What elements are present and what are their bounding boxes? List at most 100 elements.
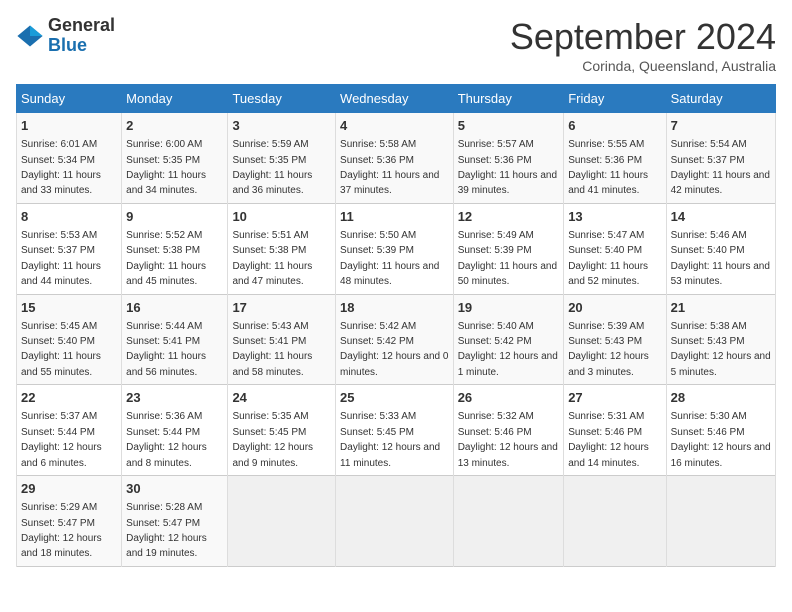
day-info: Sunrise: 5:36 AMSunset: 5:44 PMDaylight:… [126,411,207,468]
calendar-cell [336,476,454,567]
calendar-cell: 15Sunrise: 5:45 AMSunset: 5:40 PMDayligh… [17,294,122,385]
day-info: Sunrise: 5:47 AMSunset: 5:40 PMDaylight:… [568,230,648,287]
day-number: 22 [21,389,117,407]
calendar-week-3: 15Sunrise: 5:45 AMSunset: 5:40 PMDayligh… [17,294,776,385]
calendar-cell: 13 Sunrise: 5:47 AMSunset: 5:40 PMDayligh… [564,203,666,294]
location-subtitle: Corinda, Queensland, Australia [510,58,776,74]
day-number: 12 [458,208,560,226]
day-info: Sunrise: 5:59 AMSunset: 5:35 PMDaylight:… [232,139,312,196]
day-number: 17 [232,299,331,317]
day-info: Sunrise: 5:33 AMSunset: 5:45 PMDaylight:… [340,411,440,468]
day-info: Sunrise: 5:58 AMSunset: 5:36 PMDaylight:… [340,139,439,196]
calendar-week-1: 1 Sunrise: 6:01 AMSunset: 5:34 PMDaylight… [17,113,776,204]
day-info: Sunrise: 6:00 AMSunset: 5:35 PMDaylight:… [126,139,206,196]
calendar-cell: 18 Sunrise: 5:42 AMSunset: 5:42 PMDayligh… [336,294,454,385]
calendar-cell: 21 Sunrise: 5:38 AMSunset: 5:43 PMDayligh… [666,294,775,385]
day-info: Sunrise: 5:43 AMSunset: 5:41 PMDaylight:… [232,321,312,378]
calendar-cell: 30 Sunrise: 5:28 AMSunset: 5:47 PMDayligh… [122,476,228,567]
calendar-cell: 1 Sunrise: 6:01 AMSunset: 5:34 PMDaylight… [17,113,122,204]
day-number: 30 [126,480,223,498]
day-info: Sunrise: 5:32 AMSunset: 5:46 PMDaylight:… [458,411,558,468]
day-info: Sunrise: 5:54 AMSunset: 5:37 PMDaylight:… [671,139,770,196]
day-info: Sunrise: 5:31 AMSunset: 5:46 PMDaylight:… [568,411,649,468]
day-number: 3 [232,117,331,135]
calendar-cell: 8Sunrise: 5:53 AMSunset: 5:37 PMDaylight… [17,203,122,294]
day-info: Sunrise: 5:50 AMSunset: 5:39 PMDaylight:… [340,230,439,287]
header-day-saturday: Saturday [666,85,775,113]
day-number: 4 [340,117,449,135]
calendar-week-4: 22 Sunrise: 5:37 AMSunset: 5:44 PMDayligh… [17,385,776,476]
day-number: 14 [671,208,771,226]
calendar-cell: 20Sunrise: 5:39 AMSunset: 5:43 PMDayligh… [564,294,666,385]
calendar-cell: 12 Sunrise: 5:49 AMSunset: 5:39 PMDayligh… [453,203,564,294]
day-info: Sunrise: 6:01 AMSunset: 5:34 PMDaylight:… [21,139,101,196]
header-day-friday: Friday [564,85,666,113]
day-number: 11 [340,208,449,226]
logo-text: General Blue [48,16,115,56]
calendar-cell: 2 Sunrise: 6:00 AMSunset: 5:35 PMDaylight… [122,113,228,204]
day-number: 21 [671,299,771,317]
day-number: 28 [671,389,771,407]
calendar-cell: 29 Sunrise: 5:29 AMSunset: 5:47 PMDayligh… [17,476,122,567]
calendar-cell [453,476,564,567]
day-info: Sunrise: 5:30 AMSunset: 5:46 PMDaylight:… [671,411,771,468]
calendar-cell: 26Sunrise: 5:32 AMSunset: 5:46 PMDayligh… [453,385,564,476]
day-info: Sunrise: 5:29 AMSunset: 5:47 PMDaylight:… [21,502,102,559]
calendar-cell [564,476,666,567]
day-info: Sunrise: 5:57 AMSunset: 5:36 PMDaylight:… [458,139,557,196]
day-number: 7 [671,117,771,135]
calendar-cell: 17 Sunrise: 5:43 AMSunset: 5:41 PMDayligh… [228,294,336,385]
day-number: 19 [458,299,560,317]
day-number: 18 [340,299,449,317]
calendar-cell [228,476,336,567]
calendar-body: 1 Sunrise: 6:01 AMSunset: 5:34 PMDaylight… [17,113,776,567]
calendar-cell: 3 Sunrise: 5:59 AMSunset: 5:35 PMDaylight… [228,113,336,204]
day-number: 5 [458,117,560,135]
day-number: 23 [126,389,223,407]
title-block: September 2024 Corinda, Queensland, Aust… [510,16,776,74]
calendar-week-2: 8Sunrise: 5:53 AMSunset: 5:37 PMDaylight… [17,203,776,294]
day-info: Sunrise: 5:45 AMSunset: 5:40 PMDaylight:… [21,321,101,378]
day-number: 9 [126,208,223,226]
calendar-cell: 24 Sunrise: 5:35 AMSunset: 5:45 PMDayligh… [228,385,336,476]
page-header: General Blue September 2024 Corinda, Que… [16,16,776,74]
day-number: 2 [126,117,223,135]
day-number: 1 [21,117,117,135]
logo: General Blue [16,16,115,56]
day-info: Sunrise: 5:51 AMSunset: 5:38 PMDaylight:… [232,230,312,287]
calendar-cell: 16Sunrise: 5:44 AMSunset: 5:41 PMDayligh… [122,294,228,385]
header-day-thursday: Thursday [453,85,564,113]
day-info: Sunrise: 5:46 AMSunset: 5:40 PMDaylight:… [671,230,770,287]
day-info: Sunrise: 5:38 AMSunset: 5:43 PMDaylight:… [671,321,771,378]
calendar-week-5: 29 Sunrise: 5:29 AMSunset: 5:47 PMDayligh… [17,476,776,567]
calendar-cell: 4 Sunrise: 5:58 AMSunset: 5:36 PMDaylight… [336,113,454,204]
day-number: 13 [568,208,661,226]
day-number: 24 [232,389,331,407]
day-info: Sunrise: 5:52 AMSunset: 5:38 PMDaylight:… [126,230,206,287]
calendar-table: SundayMondayTuesdayWednesdayThursdayFrid… [16,84,776,567]
day-info: Sunrise: 5:53 AMSunset: 5:37 PMDaylight:… [21,230,101,287]
day-info: Sunrise: 5:28 AMSunset: 5:47 PMDaylight:… [126,502,207,559]
day-info: Sunrise: 5:37 AMSunset: 5:44 PMDaylight:… [21,411,102,468]
day-info: Sunrise: 5:35 AMSunset: 5:45 PMDaylight:… [232,411,313,468]
calendar-cell: 27Sunrise: 5:31 AMSunset: 5:46 PMDayligh… [564,385,666,476]
header-day-sunday: Sunday [17,85,122,113]
month-title: September 2024 [510,16,776,58]
calendar-cell: 5 Sunrise: 5:57 AMSunset: 5:36 PMDaylight… [453,113,564,204]
calendar-cell: 11 Sunrise: 5:50 AMSunset: 5:39 PMDayligh… [336,203,454,294]
header-day-monday: Monday [122,85,228,113]
day-info: Sunrise: 5:55 AMSunset: 5:36 PMDaylight:… [568,139,648,196]
day-info: Sunrise: 5:49 AMSunset: 5:39 PMDaylight:… [458,230,557,287]
day-number: 29 [21,480,117,498]
calendar-cell: 23 Sunrise: 5:36 AMSunset: 5:44 PMDayligh… [122,385,228,476]
calendar-header: SundayMondayTuesdayWednesdayThursdayFrid… [17,85,776,113]
calendar-cell: 22 Sunrise: 5:37 AMSunset: 5:44 PMDayligh… [17,385,122,476]
day-info: Sunrise: 5:40 AMSunset: 5:42 PMDaylight:… [458,321,558,378]
day-number: 25 [340,389,449,407]
calendar-cell: 14 Sunrise: 5:46 AMSunset: 5:40 PMDayligh… [666,203,775,294]
day-number: 20 [568,299,661,317]
header-day-tuesday: Tuesday [228,85,336,113]
day-info: Sunrise: 5:44 AMSunset: 5:41 PMDaylight:… [126,321,206,378]
day-info: Sunrise: 5:42 AMSunset: 5:42 PMDaylight:… [340,321,448,378]
calendar-cell: 9 Sunrise: 5:52 AMSunset: 5:38 PMDaylight… [122,203,228,294]
